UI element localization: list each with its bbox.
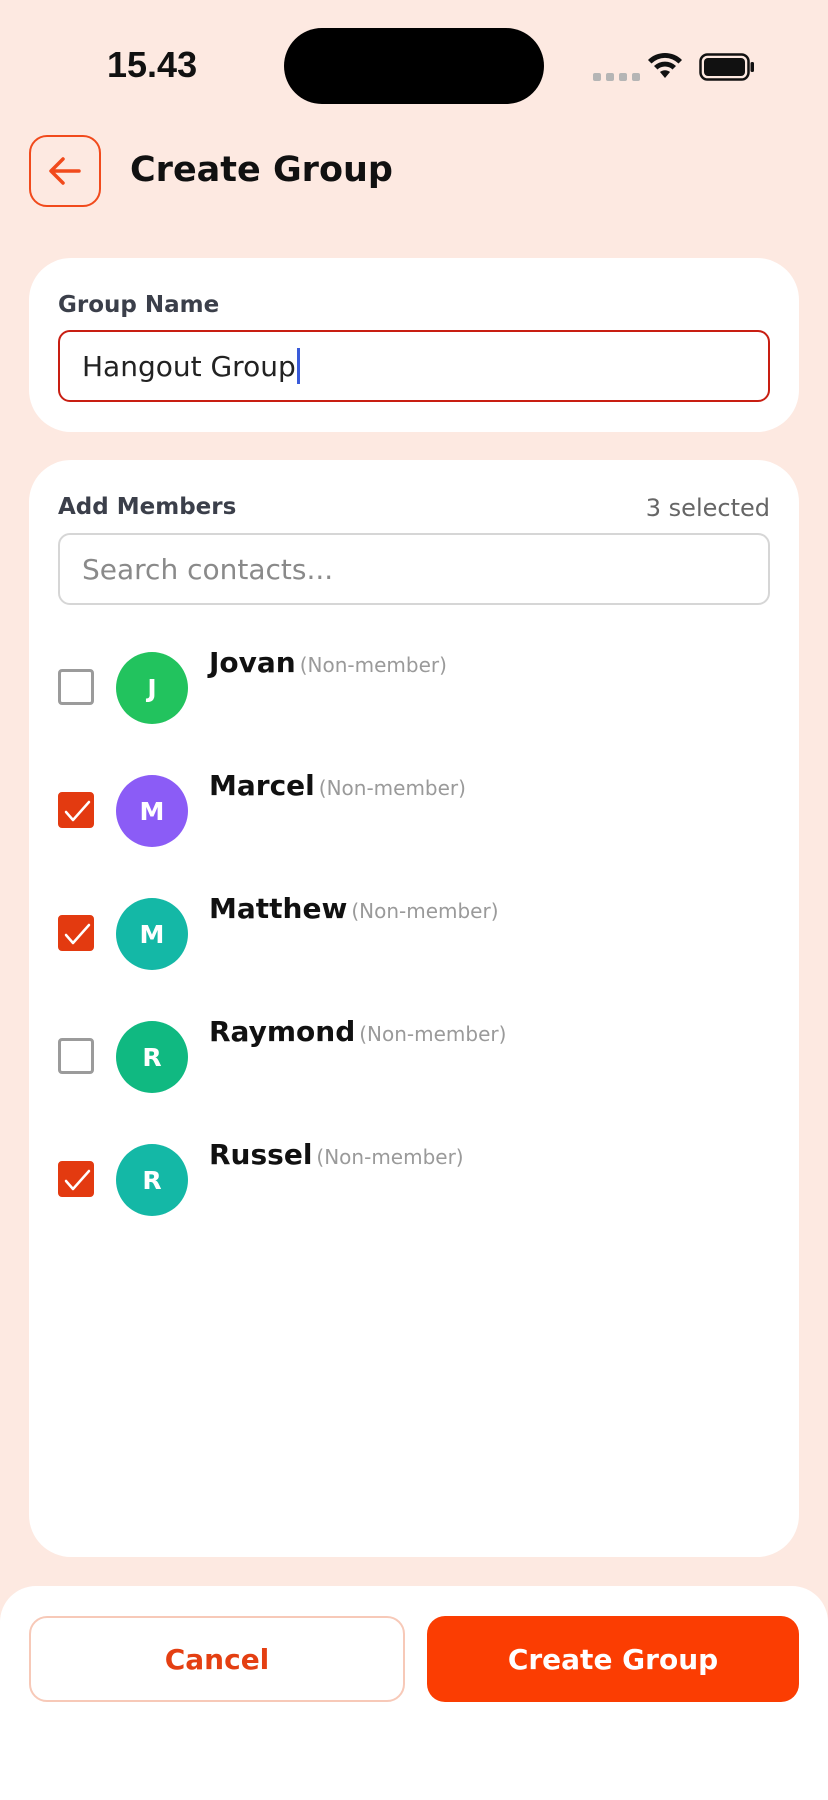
contact-name: Raymond — [209, 1015, 356, 1048]
contact-row-raymond[interactable]: R Raymond (Non-member) — [29, 1003, 799, 1103]
wifi-icon — [648, 52, 682, 78]
contact-name: Matthew — [209, 892, 348, 925]
contact-membership-tag: (Non-member) — [316, 1145, 464, 1169]
contact-name: Jovan — [209, 646, 296, 679]
avatar: J — [116, 652, 188, 724]
selected-count: 3 selected — [645, 494, 770, 522]
contact-checkbox[interactable] — [58, 1038, 94, 1074]
contact-row-russel[interactable]: R Russel (Non-member) — [29, 1126, 799, 1226]
contact-membership-tag: (Non-member) — [299, 653, 447, 677]
contact-checkbox[interactable] — [58, 669, 94, 705]
group-name-value: Hangout Group — [82, 349, 296, 383]
checkmark-icon — [64, 800, 91, 822]
contact-row-marcel[interactable]: M Marcel (Non-member) — [29, 757, 799, 857]
cancel-button[interactable]: Cancel — [29, 1616, 405, 1702]
text-caret — [296, 348, 300, 384]
group-name-label: Group Name — [58, 292, 220, 318]
contact-membership-tag: (Non-member) — [318, 776, 466, 800]
add-members-card: Add Members 3 selected J Jovan(Non-membe… — [29, 460, 799, 1557]
add-members-label: Add Members — [58, 494, 237, 520]
avatar: M — [116, 775, 188, 847]
create-group-button[interactable]: Create Group — [427, 1616, 799, 1702]
bottom-action-bar: Cancel Create Group — [0, 1586, 828, 1800]
contact-checkbox[interactable] — [58, 1161, 94, 1197]
avatar: R — [116, 1021, 188, 1093]
dynamic-island — [284, 28, 544, 104]
avatar: R — [116, 1144, 188, 1216]
status-time: 15.43 — [107, 44, 198, 85]
contact-checkbox[interactable] — [58, 792, 94, 828]
page-title: Create Group — [130, 150, 393, 190]
contact-row-matthew[interactable]: M Matthew (Non-member) — [29, 880, 799, 980]
checkmark-icon — [64, 1169, 91, 1191]
contact-name: Marcel — [209, 769, 315, 802]
status-bar: 15.43 — [0, 0, 828, 120]
avatar: M — [116, 898, 188, 970]
signal-icon — [593, 73, 640, 81]
contact-name: Russel — [209, 1138, 313, 1171]
group-name-input[interactable]: Hangout Group — [58, 330, 770, 402]
contact-checkbox[interactable] — [58, 915, 94, 951]
contact-membership-tag: (Non-member) — [359, 1022, 507, 1046]
contact-membership-tag: (Non-member) — [351, 899, 499, 923]
battery-icon — [699, 53, 754, 81]
arrow-left-icon — [49, 157, 81, 185]
search-contacts-input[interactable] — [58, 533, 770, 605]
group-name-card: Group Name Hangout Group — [29, 258, 799, 432]
checkmark-icon — [64, 923, 91, 945]
contact-row-jovan[interactable]: J Jovan (Non-member) — [29, 634, 799, 734]
back-button[interactable] — [29, 135, 101, 207]
